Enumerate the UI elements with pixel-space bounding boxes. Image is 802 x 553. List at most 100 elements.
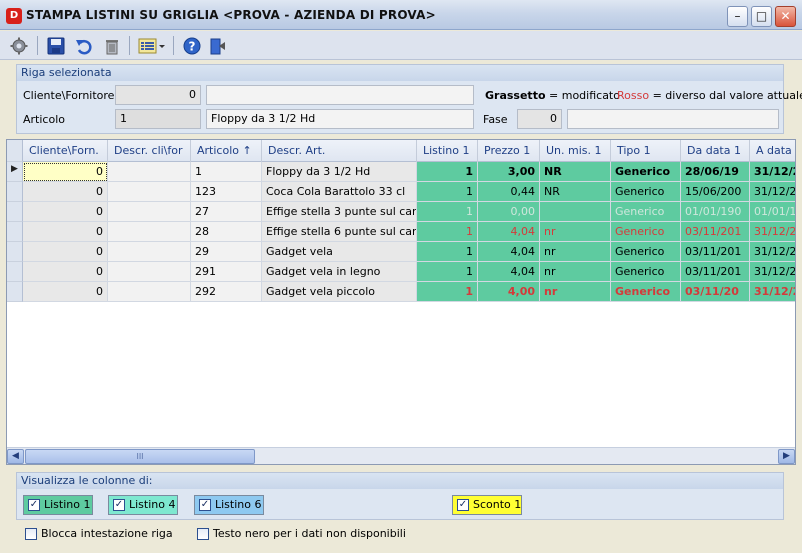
table-cell[interactable]: nr (540, 282, 611, 302)
column-header[interactable]: Listino 1 (417, 140, 478, 162)
table-cell[interactable]: 0 (23, 262, 108, 282)
table-cell[interactable] (108, 242, 191, 262)
undo-icon[interactable] (73, 35, 95, 57)
checkbox-icon[interactable]: ✓ (113, 499, 125, 511)
column-header[interactable]: Prezzo 1 (478, 140, 540, 162)
row-selector[interactable] (7, 242, 23, 262)
table-cell[interactable]: 31/12/2 (750, 162, 796, 182)
checkbox-icon[interactable] (197, 528, 209, 540)
table-cell[interactable]: 31/12/20 (750, 222, 796, 242)
table-cell[interactable]: Generico (611, 242, 681, 262)
table-cell[interactable]: 1 (417, 162, 478, 182)
table-cell[interactable]: 1 (417, 222, 478, 242)
column-header[interactable]: Descr. cli\for (108, 140, 191, 162)
table-row[interactable]: 0 123 Coca Cola Barattolo 33 cl 1 0,44 NR Gene… (7, 182, 795, 202)
table-cell[interactable]: 31/12/2 (750, 282, 796, 302)
chip-listino-1[interactable]: ✓ Listino 1 (23, 495, 93, 515)
table-cell[interactable]: 1 (417, 182, 478, 202)
table-cell[interactable]: 1 (191, 162, 262, 182)
table-cell[interactable] (108, 262, 191, 282)
table-cell[interactable]: 0 (23, 162, 108, 182)
list-menu-icon[interactable] (137, 35, 167, 57)
cliente-description-field[interactable] (206, 85, 474, 105)
scroll-right-icon[interactable]: ▶ (778, 449, 795, 464)
table-cell[interactable] (108, 282, 191, 302)
save-icon[interactable] (45, 35, 67, 57)
table-cell[interactable]: 4,00 (478, 282, 540, 302)
table-row[interactable]: 0 29 Gadget vela 1 4,04 nr Generico 03/11/201 31… (7, 242, 795, 262)
cliente-code-field[interactable]: 0 (115, 85, 201, 105)
column-header[interactable]: A data 1 (750, 140, 796, 162)
table-cell[interactable]: 0 (23, 182, 108, 202)
chip-listino-4[interactable]: ✓ Listino 4 (108, 495, 178, 515)
black-text-option[interactable]: Testo nero per i dati non disponibili (197, 527, 406, 540)
table-cell[interactable]: 29 (191, 242, 262, 262)
fase-description-field[interactable] (567, 109, 779, 129)
table-row[interactable]: ▶ 0 1 Floppy da 3 1/2 Hd 1 3,00 NR Generico 28/0… (7, 162, 795, 182)
table-cell[interactable]: 27 (191, 202, 262, 222)
table-cell[interactable] (108, 222, 191, 242)
help-icon[interactable]: ? (181, 35, 203, 57)
table-cell[interactable]: 292 (191, 282, 262, 302)
table-cell[interactable]: 0 (23, 202, 108, 222)
table-cell[interactable]: nr (540, 222, 611, 242)
row-selector[interactable]: ▶ (7, 162, 23, 182)
column-header[interactable]: Descr. Art. (262, 140, 417, 162)
row-selector[interactable] (7, 222, 23, 242)
trash-icon[interactable] (101, 35, 123, 57)
table-cell[interactable] (108, 182, 191, 202)
table-cell[interactable]: nr (540, 242, 611, 262)
table-cell[interactable]: Generico (611, 182, 681, 202)
table-cell[interactable]: 03/11/201 (681, 222, 750, 242)
table-cell[interactable]: NR (540, 182, 611, 202)
chip-sconto-1[interactable]: ✓ Sconto 1 (452, 495, 522, 515)
table-cell[interactable]: 31/12/20 (750, 262, 796, 282)
table-cell[interactable]: 1 (417, 242, 478, 262)
table-cell[interactable]: 0 (23, 282, 108, 302)
table-row[interactable]: 0 292 Gadget vela piccolo 1 4,00 nr Generico 03… (7, 282, 795, 302)
table-cell[interactable]: Gadget vela in legno (262, 262, 417, 282)
table-cell[interactable]: 03/11/201 (681, 242, 750, 262)
table-cell[interactable]: 03/11/20 (681, 282, 750, 302)
scroll-left-icon[interactable]: ◀ (7, 449, 24, 464)
table-cell[interactable]: 0,00 (478, 202, 540, 222)
table-cell[interactable]: Coca Cola Barattolo 33 cl (262, 182, 417, 202)
table-cell[interactable] (540, 202, 611, 222)
articolo-description-field[interactable]: Floppy da 3 1/2 Hd (206, 109, 474, 129)
checkbox-icon[interactable]: ✓ (199, 499, 211, 511)
minimize-button[interactable]: – (727, 6, 748, 27)
table-cell[interactable]: Generico (611, 162, 681, 182)
table-cell[interactable]: Generico (611, 282, 681, 302)
table-cell[interactable]: 1 (417, 202, 478, 222)
column-header[interactable]: Tipo 1 (611, 140, 681, 162)
price-list-grid[interactable]: Cliente\Forn. Descr. cli\for Articolo ↑ … (6, 139, 796, 465)
column-header[interactable]: Da data 1 (681, 140, 750, 162)
table-cell[interactable]: 4,04 (478, 242, 540, 262)
table-cell[interactable]: 291 (191, 262, 262, 282)
table-cell[interactable]: 123 (191, 182, 262, 202)
table-cell[interactable]: Gadget vela (262, 242, 417, 262)
table-cell[interactable]: 31/12/20 (750, 242, 796, 262)
table-cell[interactable] (108, 202, 191, 222)
table-cell[interactable]: NR (540, 162, 611, 182)
table-cell[interactable]: Generico (611, 262, 681, 282)
table-cell[interactable]: 0 (23, 222, 108, 242)
fase-code-field[interactable]: 0 (517, 109, 562, 129)
row-selector[interactable] (7, 282, 23, 302)
checkbox-icon[interactable] (25, 528, 37, 540)
table-cell[interactable]: 1 (417, 282, 478, 302)
table-row[interactable]: 027Effige stella 3 punte sul cambio10,00… (7, 202, 795, 222)
column-header[interactable]: Cliente\Forn. (23, 140, 108, 162)
table-cell[interactable]: 0 (23, 242, 108, 262)
table-cell[interactable]: Floppy da 3 1/2 Hd (262, 162, 417, 182)
table-cell[interactable]: 28/06/19 (681, 162, 750, 182)
horizontal-scrollbar[interactable]: ◀ III ▶ (7, 447, 795, 464)
table-cell[interactable]: 15/06/200 (681, 182, 750, 202)
scroll-thumb[interactable]: III (25, 449, 255, 464)
table-cell[interactable]: 1 (417, 262, 478, 282)
table-cell[interactable] (108, 162, 191, 182)
checkbox-icon[interactable]: ✓ (457, 499, 469, 511)
table-cell[interactable]: 28 (191, 222, 262, 242)
table-cell[interactable]: Generico (611, 202, 681, 222)
close-button[interactable]: ✕ (775, 6, 796, 27)
